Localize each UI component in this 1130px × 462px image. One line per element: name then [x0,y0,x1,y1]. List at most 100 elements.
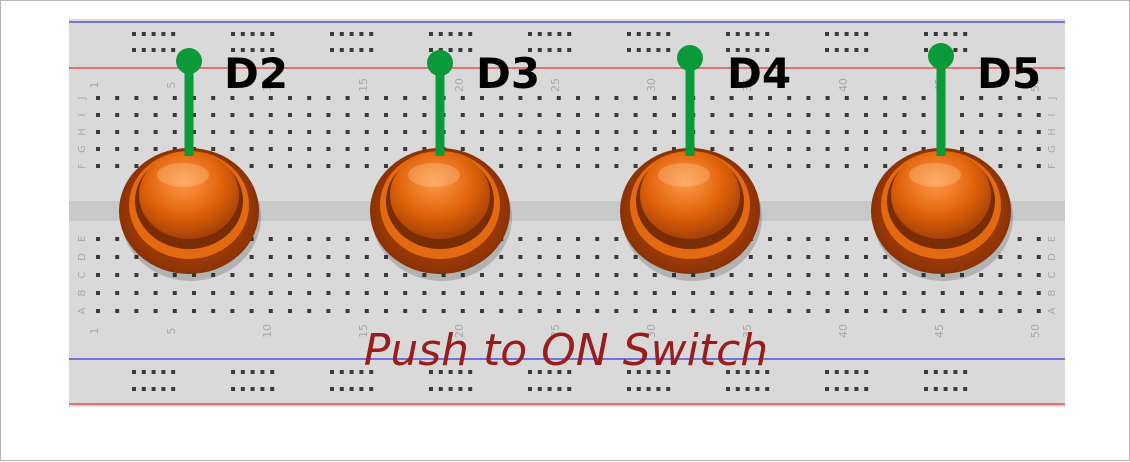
rail-hole [735,32,740,36]
strip-hole [844,309,849,313]
strip-hole [480,273,484,277]
strip-hole [326,96,331,100]
strip-hole [652,147,657,151]
strip-hole [1036,164,1041,168]
strip-hole [576,113,580,117]
row-letter: A [77,307,88,314]
strip-hole [614,164,619,168]
strip-hole [806,147,811,151]
strip-hole [576,291,580,295]
strip-hole [883,164,888,168]
rail-hole [547,48,552,52]
strip-hole [249,309,254,313]
strip-hole [864,147,868,151]
strip-hole [480,309,484,313]
strip-hole [633,273,638,277]
strip-hole [614,147,619,151]
strip-hole [748,147,753,151]
strip-hole [806,237,811,241]
strip-hole [825,130,830,134]
rail-hole [953,387,958,391]
rail-hole [429,387,433,391]
strip-hole [460,291,465,295]
strip-hole [307,237,312,241]
rail-hole [369,387,374,391]
rail-hole [567,48,572,52]
strip-hole [748,164,753,168]
rail-hole [161,32,166,36]
strip-hole [729,130,734,134]
strip-hole [326,309,331,313]
breadboard-drawing: 1155101015152020252530303535404045455050… [69,21,1065,405]
strip-hole [364,309,369,313]
strip-hole [268,237,273,241]
strip-hole [537,237,542,241]
strip-hole [940,309,945,313]
strip-hole [710,309,715,313]
rail-hole [547,387,552,391]
strip-hole [614,291,619,295]
strip-hole [364,96,369,100]
strip-hole [556,237,561,241]
strip-hole [268,113,273,117]
strip-hole [998,309,1003,313]
strip-hole [480,147,484,151]
strip-hole [710,113,715,117]
strip-hole [710,147,715,151]
strip-hole [115,113,120,117]
row-letter: I [1047,114,1058,117]
strip-hole [518,255,523,259]
strip-hole [576,130,580,134]
strip-hole [844,291,849,295]
strip-hole [595,164,600,168]
strip-hole [364,273,369,277]
strip-hole [537,273,542,277]
rail-hole [468,387,473,391]
rail-hole [141,387,146,391]
strip-hole [268,273,273,277]
strip-hole [979,147,984,151]
row-letter: D [1047,253,1058,261]
strip-hole [633,291,638,295]
strip-hole [806,164,811,168]
strip-hole [633,130,638,134]
rail-hole [834,32,839,36]
strip-hole [326,237,331,241]
strip-hole [864,164,868,168]
strip-hole [595,291,600,295]
column-number: 5 [165,82,178,89]
strip-hole [134,96,139,100]
strip-hole [537,147,542,151]
strip-hole [172,291,177,295]
strip-hole [844,147,849,151]
column-number: 1 [88,82,101,89]
rail-hole [369,48,374,52]
rail-hole [646,387,651,391]
strip-hole [979,130,984,134]
strip-hole [652,130,657,134]
rail-hole [537,387,542,391]
strip-hole [326,255,331,259]
rail-hole [854,387,859,391]
strip-hole [825,164,830,168]
strip-hole [115,309,120,313]
row-letter: I [77,114,88,117]
strip-hole [998,147,1003,151]
strip-hole [556,164,561,168]
strip-hole [595,130,600,134]
strip-hole [172,130,177,134]
strip-hole [288,237,292,241]
strip-hole [883,273,888,277]
rail-hole [864,387,869,391]
strip-hole [748,255,753,259]
rail-hole [834,387,839,391]
rail-hole [943,387,948,391]
strip-hole [844,273,849,277]
strip-hole [115,237,120,241]
rail-hole [825,48,829,52]
wire-end [677,45,703,71]
rail-hole [438,387,443,391]
strip-hole [134,273,139,277]
strip-hole [883,147,888,151]
rail-hole [854,32,859,36]
